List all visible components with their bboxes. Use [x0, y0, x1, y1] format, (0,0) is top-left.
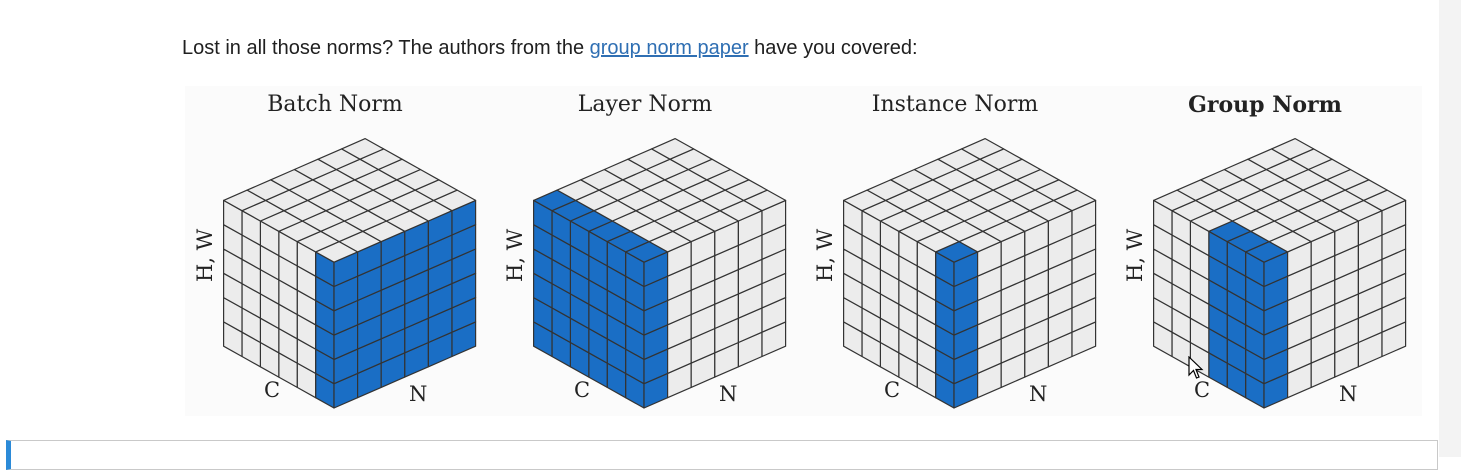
- axis-label-hw: H, W: [503, 228, 527, 282]
- panel-layer-norm: Layer Norm H, W C N: [495, 86, 795, 416]
- group-norm-paper-link[interactable]: group norm paper: [590, 37, 749, 59]
- axis-label-hw: H, W: [813, 228, 837, 282]
- axis-label-hw: H, W: [193, 228, 217, 282]
- cube-group-norm: [1152, 137, 1407, 409]
- code-cell-box[interactable]: [6, 440, 1438, 470]
- mouse-pointer-icon: [1188, 356, 1204, 379]
- axis-label-c: C: [264, 378, 281, 402]
- axis-label-c: C: [1194, 378, 1211, 402]
- intro-text-after: have you covered:: [748, 37, 918, 59]
- intro-text: Lost in all those norms? The authors fro…: [182, 37, 918, 60]
- axis-label-hw: H, W: [1123, 228, 1147, 282]
- cube-instance-norm: [842, 137, 1097, 409]
- axis-label-n: N: [719, 382, 738, 406]
- panel-instance-norm: Instance Norm H, W C N: [805, 86, 1105, 416]
- axis-label-n: N: [1339, 382, 1358, 406]
- axis-label-n: N: [1029, 382, 1048, 406]
- scrollbar-track[interactable]: [1439, 0, 1461, 457]
- cube-layer-norm: [532, 137, 787, 409]
- normalization-figure: Batch Norm H, W C N Layer Norm H, W C N …: [185, 86, 1422, 416]
- panel-group-norm: Group Norm H, W C N: [1115, 86, 1415, 416]
- axis-label-c: C: [884, 378, 901, 402]
- axis-label-n: N: [409, 382, 428, 406]
- intro-text-before: Lost in all those norms? The authors fro…: [182, 37, 590, 59]
- panel-batch-norm: Batch Norm H, W C N: [185, 86, 485, 416]
- cube-batch-norm: [222, 137, 477, 409]
- axis-label-c: C: [574, 378, 591, 402]
